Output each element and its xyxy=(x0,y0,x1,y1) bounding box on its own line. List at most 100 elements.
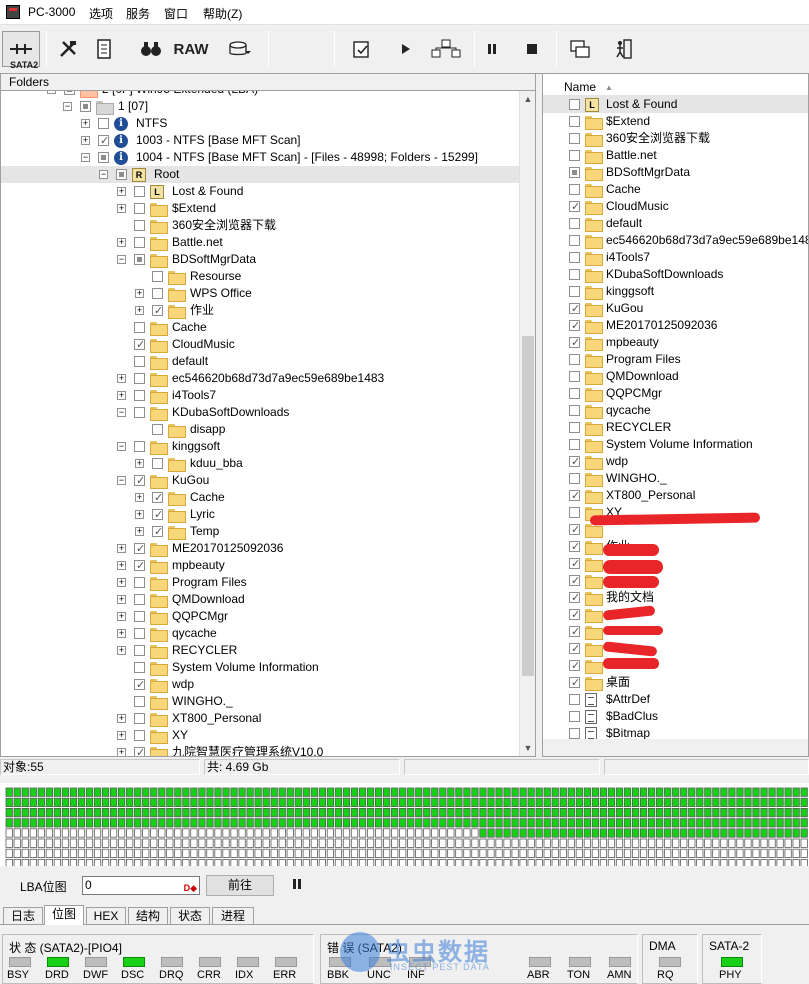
tab-bitmap[interactable]: 位图 xyxy=(44,905,84,925)
tree-checkbox[interactable] xyxy=(152,271,163,282)
tree-checkbox[interactable] xyxy=(98,133,109,150)
tree-checkbox[interactable] xyxy=(134,577,145,588)
list-item[interactable] xyxy=(543,640,808,658)
list-checkbox[interactable] xyxy=(569,711,580,722)
tree-checkbox[interactable] xyxy=(152,458,163,469)
tree-item[interactable]: + kduu_bba xyxy=(1,455,519,472)
list-item[interactable]: CloudMusic xyxy=(543,198,808,216)
stepper-icon[interactable]: D◆ xyxy=(184,880,197,897)
tree-checkbox[interactable] xyxy=(134,356,145,367)
tree-item[interactable]: default xyxy=(1,353,519,370)
expand-icon[interactable]: + xyxy=(117,612,126,621)
list-item[interactable] xyxy=(543,623,808,641)
tree-item[interactable]: + Lyric xyxy=(1,506,519,524)
tree-checkbox[interactable] xyxy=(134,407,145,418)
sata-button[interactable]: SATA2 xyxy=(2,31,40,70)
stop-button[interactable] xyxy=(520,31,544,67)
tree-item[interactable]: − BDSoftMgrData xyxy=(1,251,519,268)
tree-item[interactable]: + XT800_Personal xyxy=(1,710,519,727)
list-checkbox[interactable] xyxy=(569,235,580,246)
list-checkbox[interactable] xyxy=(569,539,580,556)
tree-scrollbar[interactable]: ▲ ▼ xyxy=(519,91,535,756)
expand-icon[interactable]: + xyxy=(117,646,126,655)
tree-checkbox[interactable] xyxy=(134,745,145,756)
horizontal-scrollbar[interactable] xyxy=(543,739,808,756)
tree-checkbox[interactable] xyxy=(80,101,91,112)
script-button[interactable] xyxy=(90,31,118,67)
tree-item[interactable]: − kinggsoft xyxy=(1,438,519,455)
list-item[interactable]: $Extend xyxy=(543,113,808,130)
collapse-icon[interactable]: − xyxy=(47,91,56,94)
goto-button[interactable]: 前往 xyxy=(206,875,274,896)
list-checkbox[interactable] xyxy=(569,388,580,399)
list-checkbox[interactable] xyxy=(569,405,580,416)
list-item[interactable]: Program Files xyxy=(543,351,808,368)
expand-icon[interactable]: + xyxy=(81,136,90,145)
tree-checkbox[interactable] xyxy=(98,118,109,129)
list-checkbox[interactable] xyxy=(569,252,580,263)
tree-item[interactable]: + 作业 xyxy=(1,302,519,320)
tree-item[interactable]: + ec546620b68d73d7a9ec59e689be1483 xyxy=(1,370,519,387)
tree-item[interactable]: + RECYCLER xyxy=(1,642,519,659)
play-button[interactable] xyxy=(394,31,418,67)
tree-item[interactable]: WINGHO._ xyxy=(1,693,519,710)
tree-item[interactable]: − 2 [0F] Win95 Extended (LBA) xyxy=(1,91,519,98)
tree-item[interactable]: wdp xyxy=(1,676,519,694)
list-item[interactable]: $AttrDef xyxy=(543,691,808,708)
tree-checkbox[interactable] xyxy=(134,541,145,558)
tree-item[interactable]: + i4Tools7 xyxy=(1,387,519,404)
tree-item[interactable]: + Program Files xyxy=(1,574,519,591)
menu-service[interactable]: 服务 xyxy=(126,5,150,22)
collapse-icon[interactable]: − xyxy=(63,102,72,111)
list-checkbox[interactable] xyxy=(569,573,580,590)
scroll-up-icon[interactable]: ▲ xyxy=(520,91,535,107)
list-checkbox[interactable] xyxy=(569,318,580,335)
tree-checkbox[interactable] xyxy=(134,473,145,490)
tree-checkbox[interactable] xyxy=(152,524,163,541)
tree-checkbox[interactable] xyxy=(134,220,145,231)
tree-item[interactable]: + QQPCMgr xyxy=(1,608,519,625)
tree-item[interactable]: + Cache xyxy=(1,489,519,507)
expand-icon[interactable]: + xyxy=(117,629,126,638)
tree-checkbox[interactable] xyxy=(134,373,145,384)
menu-options[interactable]: 选项 xyxy=(89,5,113,22)
list-checkbox[interactable] xyxy=(569,269,580,280)
list-checkbox[interactable] xyxy=(569,99,580,110)
scrollbar-thumb[interactable] xyxy=(522,336,534,676)
tree-item[interactable]: − KDubaSoftDownloads xyxy=(1,404,519,421)
list-checkbox[interactable] xyxy=(569,590,580,607)
expand-icon[interactable]: + xyxy=(117,731,126,740)
list-checkbox[interactable] xyxy=(569,641,580,658)
collapse-icon[interactable]: − xyxy=(117,476,126,485)
tree-checkbox[interactable] xyxy=(134,696,145,707)
tree-checkbox[interactable] xyxy=(152,424,163,435)
tree-checkbox[interactable] xyxy=(152,490,163,507)
list-item[interactable]: wdp xyxy=(543,453,808,471)
expand-icon[interactable]: + xyxy=(117,204,126,213)
list-item[interactable]: ec546620b68d73d7a9ec59e689be1483 xyxy=(543,232,808,249)
search-button[interactable] xyxy=(136,31,166,67)
tree-item[interactable]: + qycache xyxy=(1,625,519,642)
tree-checkbox[interactable] xyxy=(134,628,145,639)
list-item[interactable]: 我的文档 xyxy=(543,589,808,607)
tree-checkbox[interactable] xyxy=(64,91,75,95)
tree-item[interactable]: − KuGou xyxy=(1,472,519,490)
raw-button[interactable]: RAW xyxy=(172,31,210,67)
tab-process[interactable]: 进程 xyxy=(212,907,254,924)
tree-checkbox[interactable] xyxy=(134,337,145,354)
tree-checkbox[interactable] xyxy=(134,237,145,248)
tree-item[interactable]: + $Extend xyxy=(1,200,519,217)
tree-item[interactable]: + QMDownload xyxy=(1,591,519,608)
list-checkbox[interactable] xyxy=(569,184,580,195)
expand-icon[interactable]: + xyxy=(135,510,144,519)
list-checkbox[interactable] xyxy=(569,728,580,739)
list-item[interactable]: L Lost & Found xyxy=(543,96,808,113)
expand-icon[interactable]: + xyxy=(135,306,144,315)
list-checkbox[interactable] xyxy=(569,116,580,127)
expand-icon[interactable]: + xyxy=(81,119,90,128)
list-item[interactable]: i4Tools7 xyxy=(543,249,808,266)
list-item[interactable]: QQPCMgr xyxy=(543,385,808,402)
disk-button[interactable] xyxy=(224,31,256,67)
expand-icon[interactable]: + xyxy=(135,527,144,536)
list-item[interactable]: 作业 xyxy=(543,538,808,556)
